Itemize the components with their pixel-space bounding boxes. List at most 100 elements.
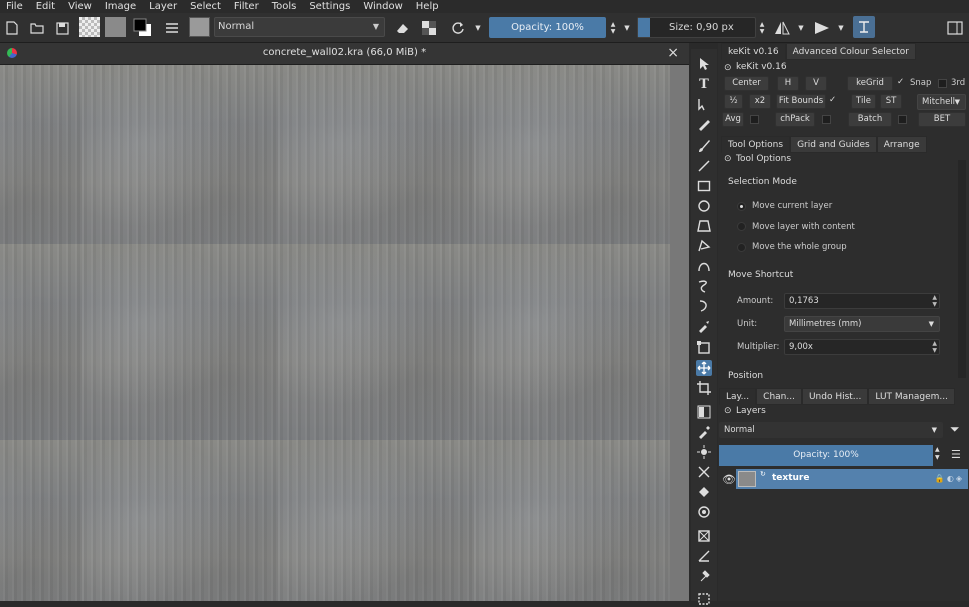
layer-blend-mode-select[interactable]: Normal ▼ xyxy=(719,422,943,438)
dynamic-brush-icon[interactable] xyxy=(696,298,712,314)
batch-button[interactable]: Batch xyxy=(848,112,892,127)
fit-bounds-button[interactable]: Fit Bounds xyxy=(776,94,826,109)
brush-preset-icon[interactable] xyxy=(189,17,210,37)
tab-layers[interactable]: Lay... xyxy=(719,388,757,405)
alpha-lock-icon[interactable] xyxy=(420,18,438,38)
x2-button[interactable]: x2 xyxy=(749,94,771,109)
gradient-tool-icon[interactable] xyxy=(696,404,712,420)
move-whole-group-radio[interactable] xyxy=(737,243,746,252)
avg-button[interactable]: Avg xyxy=(722,112,744,127)
menu-edit[interactable]: Edit xyxy=(36,1,55,12)
filter-select[interactable]: Mitchell ▼ xyxy=(917,94,966,110)
gradient-preset-icon[interactable] xyxy=(79,17,100,37)
crop-tool-icon[interactable] xyxy=(696,380,712,396)
reference-images-icon[interactable] xyxy=(696,528,712,544)
menu-help[interactable]: Help xyxy=(416,1,439,12)
fit-bounds-checkmark-icon[interactable]: ✓ xyxy=(829,95,836,105)
chevron-down-icon[interactable]: ▼ xyxy=(622,18,632,38)
amount-input[interactable]: 0,1763 ▲ ▼ xyxy=(784,293,940,309)
save-icon[interactable] xyxy=(54,18,70,38)
canvas[interactable] xyxy=(0,65,689,601)
tab-tool-options[interactable]: Tool Options xyxy=(721,136,791,153)
tab-kekit[interactable]: keKit v0.16 xyxy=(721,43,786,60)
tab-advanced-colour-selector[interactable]: Advanced Colour Selector xyxy=(785,43,916,60)
calligraphy-icon[interactable] xyxy=(696,116,712,132)
edit-shapes-icon[interactable] xyxy=(696,96,712,112)
line-tool-icon[interactable] xyxy=(696,158,712,174)
menu-tools[interactable]: Tools xyxy=(272,1,297,12)
pin-icon[interactable]: ⊙ xyxy=(724,154,732,164)
avg-checkbox[interactable] xyxy=(750,115,759,124)
layer-opacity-slider[interactable]: Opacity: 100% xyxy=(719,445,933,466)
freehand-path-icon[interactable] xyxy=(696,278,712,294)
tab-channels[interactable]: Chan... xyxy=(756,388,802,405)
move-tool-icon[interactable] xyxy=(696,360,712,376)
chpack-checkbox[interactable] xyxy=(822,115,831,124)
pan-tool-icon[interactable] xyxy=(696,568,712,584)
polygon-tool-icon[interactable] xyxy=(696,218,712,234)
pin-icon[interactable]: ⊙ xyxy=(724,406,732,416)
third-checkbox[interactable] xyxy=(938,79,947,88)
menu-filter[interactable]: Filter xyxy=(234,1,259,12)
blend-mode-select[interactable]: Normal ▼ xyxy=(214,17,385,37)
spin-icon[interactable]: ▲ ▼ xyxy=(932,340,937,354)
tab-lut-management[interactable]: LUT Managem... xyxy=(868,388,956,405)
move-current-layer-radio[interactable] xyxy=(737,202,746,211)
menu-select[interactable]: Select xyxy=(190,1,221,12)
rectangle-tool-icon[interactable] xyxy=(696,178,712,194)
center-button[interactable]: Center xyxy=(724,76,769,91)
pattern-preset-icon[interactable] xyxy=(105,17,126,37)
layer-properties-icon[interactable]: 🔒◐◈ xyxy=(935,474,964,483)
menu-image[interactable]: Image xyxy=(105,1,136,12)
fg-bg-color-icon[interactable] xyxy=(132,17,154,39)
multiplier-input[interactable]: 9,00x ▲ ▼ xyxy=(784,339,940,355)
kegrid-button[interactable]: keGrid xyxy=(847,76,893,91)
batch-checkbox[interactable] xyxy=(898,115,907,124)
spin-icon[interactable]: ▲ ▼ xyxy=(935,446,940,462)
chevron-down-icon[interactable]: ▼ xyxy=(796,18,806,38)
ellipse-tool-icon[interactable] xyxy=(696,198,712,214)
spin-icon[interactable]: ▲ ▼ xyxy=(932,294,937,308)
multibrush-icon[interactable] xyxy=(696,318,712,334)
st-button[interactable]: ST xyxy=(880,94,902,109)
menu-view[interactable]: View xyxy=(68,1,92,12)
chevron-down-icon[interactable]: ▼ xyxy=(473,18,483,38)
measure-tool-icon[interactable] xyxy=(696,548,712,564)
visibility-eye-icon[interactable]: 👁 xyxy=(722,473,736,486)
chevron-down-icon[interactable]: ▼ xyxy=(836,18,846,38)
wrap-around-icon[interactable] xyxy=(853,16,875,38)
rect-select-icon[interactable] xyxy=(696,591,712,607)
menu-file[interactable]: File xyxy=(6,1,23,12)
size-spin-icon[interactable]: ▲ ▼ xyxy=(757,18,767,38)
polyline-tool-icon[interactable] xyxy=(696,238,712,254)
opacity-slider[interactable]: Opacity: 100% xyxy=(489,17,606,38)
tab-grid-and-guides[interactable]: Grid and Guides xyxy=(790,136,877,153)
filter-icon[interactable]: ⏷ xyxy=(950,422,960,437)
mirror-horizontal-icon[interactable] xyxy=(772,18,792,38)
menu-settings[interactable]: Settings xyxy=(309,1,350,12)
new-document-icon[interactable] xyxy=(4,18,20,38)
snap-checkmark-icon[interactable]: ✓ xyxy=(897,77,904,87)
brush-size-slider[interactable]: Size: 0,90 px xyxy=(637,17,756,38)
half-button[interactable]: ½ xyxy=(724,94,743,109)
assistant-tool-icon[interactable] xyxy=(696,464,712,480)
reload-preset-icon[interactable] xyxy=(449,18,467,38)
tile-button[interactable]: Tile xyxy=(851,94,876,109)
bet-button[interactable]: BET xyxy=(918,112,966,127)
menu-layer[interactable]: Layer xyxy=(149,1,177,12)
color-picker-icon[interactable] xyxy=(696,424,712,440)
layer-row[interactable]: ↻ texture 🔒◐◈ xyxy=(736,469,968,489)
mirror-vertical-icon[interactable] xyxy=(812,18,832,38)
transform-tool-icon[interactable] xyxy=(696,340,712,356)
v-button[interactable]: V xyxy=(805,76,827,91)
menu-window[interactable]: Window xyxy=(363,1,402,12)
menu-icon[interactable]: ☰ xyxy=(951,448,961,461)
fill-tool-icon[interactable] xyxy=(696,484,712,500)
bezier-tool-icon[interactable] xyxy=(696,258,712,274)
colorize-mask-icon[interactable] xyxy=(696,504,712,520)
eraser-mode-icon[interactable] xyxy=(393,18,411,38)
close-document-icon[interactable]: × xyxy=(667,45,679,61)
workspace-icon[interactable] xyxy=(946,18,964,38)
move-layer-with-content-radio[interactable] xyxy=(737,222,746,231)
unit-select[interactable]: Millimetres (mm) ▼ xyxy=(784,316,940,332)
